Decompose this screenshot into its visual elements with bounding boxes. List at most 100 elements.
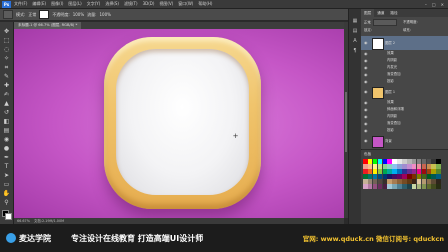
color-swatch[interactable]: [392, 159, 397, 164]
color-swatch[interactable]: [421, 184, 427, 189]
color-swatch[interactable]: [411, 184, 417, 189]
blend-mode-select[interactable]: 正常: [364, 19, 397, 26]
color-swatch[interactable]: [397, 179, 402, 184]
eraser-tool-icon[interactable]: ◧: [2, 118, 11, 126]
color-swatch[interactable]: [436, 159, 441, 164]
scrollbar-thumb[interactable]: [345, 92, 347, 152]
crop-tool-icon[interactable]: ⌗: [2, 64, 11, 72]
visibility-eye-icon[interactable]: ◉: [364, 99, 368, 106]
color-swatch[interactable]: [416, 164, 422, 169]
visibility-eye-icon[interactable]: ◉: [364, 120, 368, 127]
color-swatch[interactable]: [436, 179, 441, 184]
color-swatch[interactable]: [416, 179, 422, 184]
color-swatch[interactable]: [411, 179, 417, 184]
paragraph-panel-icon[interactable]: ¶: [351, 47, 359, 55]
visibility-eye-icon[interactable]: ◉: [364, 64, 368, 71]
visibility-eye-icon[interactable]: ◉: [364, 113, 368, 120]
tab-channels[interactable]: 通道: [374, 9, 387, 17]
menu-item-type[interactable]: 文字(Y): [87, 0, 101, 8]
color-swatch[interactable]: [416, 184, 422, 189]
color-swatch[interactable]: [407, 164, 412, 169]
pen-tool-icon[interactable]: ✒: [2, 154, 11, 162]
color-swatch[interactable]: [367, 174, 373, 179]
color-swatch[interactable]: [392, 164, 397, 169]
color-swatch[interactable]: [402, 164, 407, 169]
color-swatch[interactable]: [426, 169, 432, 174]
zoom-tool-icon[interactable]: ⚲: [2, 199, 11, 207]
color-swatch[interactable]: [436, 174, 441, 179]
color-swatch[interactable]: [421, 179, 427, 184]
color-swatch[interactable]: [407, 169, 412, 174]
path-select-tool-icon[interactable]: ➤: [2, 172, 11, 180]
color-swatch[interactable]: [377, 164, 383, 169]
color-swatch[interactable]: [402, 169, 407, 174]
color-swatch[interactable]: [426, 184, 432, 189]
color-swatch[interactable]: [382, 184, 388, 189]
layer-row[interactable]: ◉ 图层 2: [361, 36, 448, 50]
stamp-tool-icon[interactable]: ▲: [2, 100, 11, 108]
visibility-eye-icon[interactable]: ◉: [364, 85, 368, 99]
color-swatch[interactable]: [387, 169, 392, 174]
hand-tool-icon[interactable]: ✋: [2, 190, 11, 198]
history-panel-icon[interactable]: ▦: [351, 17, 359, 25]
color-swatch[interactable]: [367, 164, 373, 169]
color-swatch[interactable]: [411, 169, 417, 174]
layer-effect-row[interactable]: ◉ 斜面和浮雕: [361, 106, 448, 113]
swatches-title[interactable]: 色板: [364, 151, 371, 157]
layer-effect-row[interactable]: ◉ 内发光: [361, 64, 448, 71]
layer-effect-row[interactable]: ◉ 效果: [361, 99, 448, 106]
color-swatch[interactable]: [397, 174, 402, 179]
menu-item-view[interactable]: 视图(V): [159, 0, 173, 8]
layer-effect-row[interactable]: ◉ 效果: [361, 50, 448, 57]
color-swatch[interactable]: [421, 174, 427, 179]
flow-value[interactable]: 100%: [100, 12, 111, 17]
color-swatch[interactable]: [367, 179, 373, 184]
menu-item-window[interactable]: 窗口(W): [178, 0, 193, 8]
menu-item-file[interactable]: 文件(F): [14, 0, 27, 8]
color-swatch[interactable]: [426, 174, 432, 179]
color-swatch[interactable]: [421, 159, 427, 164]
color-swatch[interactable]: [363, 169, 368, 174]
color-swatch[interactable]: [387, 179, 392, 184]
blur-tool-icon[interactable]: ◉: [2, 136, 11, 144]
type-tool-icon[interactable]: T: [2, 163, 11, 171]
color-swatch[interactable]: [382, 179, 388, 184]
menu-item-select[interactable]: 选择(S): [105, 0, 119, 8]
menu-item-filter[interactable]: 滤镜(T): [124, 0, 138, 8]
visibility-eye-icon[interactable]: ◉: [364, 71, 368, 78]
visibility-eye-icon[interactable]: ◉: [364, 134, 368, 148]
color-swatch[interactable]: [382, 174, 388, 179]
color-swatch[interactable]: [377, 169, 383, 174]
tab-paths[interactable]: 路径: [387, 9, 400, 17]
layer-row[interactable]: ◉ 背景: [361, 134, 448, 148]
color-swatch[interactable]: [426, 179, 432, 184]
color-swatch[interactable]: [372, 179, 378, 184]
color-swatch[interactable]: [436, 169, 441, 174]
color-swatch[interactable]: [431, 169, 436, 174]
color-swatch[interactable]: [39, 10, 50, 19]
color-swatch[interactable]: [372, 184, 378, 189]
color-swatch[interactable]: [421, 164, 427, 169]
color-swatch[interactable]: [392, 174, 397, 179]
minimize-icon[interactable]: –: [425, 2, 427, 7]
color-swatch[interactable]: [392, 179, 397, 184]
maximize-icon[interactable]: □: [432, 2, 436, 7]
color-swatch[interactable]: [392, 169, 397, 174]
layer-effect-row[interactable]: ◉ 内阴影: [361, 113, 448, 120]
layer-effect-row[interactable]: ◉ 内阴影: [361, 57, 448, 64]
color-swatch[interactable]: [397, 169, 402, 174]
color-swatch[interactable]: [372, 169, 378, 174]
visibility-eye-icon[interactable]: ◉: [364, 36, 368, 50]
color-swatch[interactable]: [411, 164, 417, 169]
color-swatch[interactable]: [426, 164, 432, 169]
visibility-eye-icon[interactable]: ◉: [364, 78, 368, 85]
history-brush-tool-icon[interactable]: ↺: [2, 109, 11, 117]
color-swatch[interactable]: [367, 159, 373, 164]
fill-control[interactable]: 填充:: [403, 27, 411, 34]
mode-select[interactable]: 正常: [28, 12, 36, 18]
color-swatch[interactable]: [431, 179, 436, 184]
color-swatch[interactable]: [367, 184, 373, 189]
color-swatch[interactable]: [377, 159, 383, 164]
healing-tool-icon[interactable]: ✚: [2, 82, 11, 90]
marquee-tool-icon[interactable]: ⬚: [2, 37, 11, 45]
